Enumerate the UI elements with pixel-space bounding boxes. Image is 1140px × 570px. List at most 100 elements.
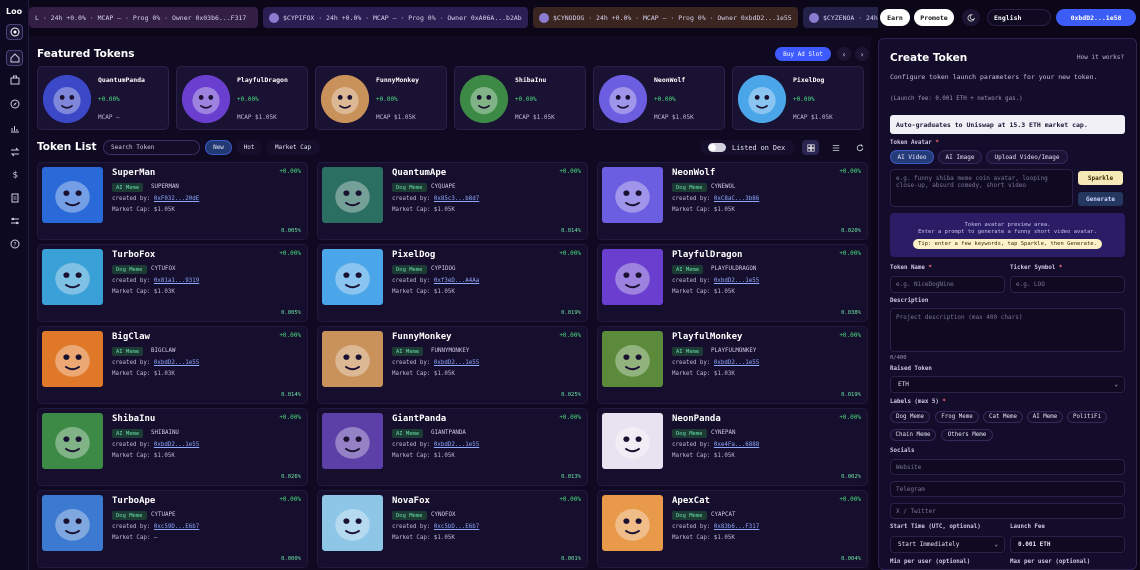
rocket-icon[interactable] bbox=[6, 24, 23, 40]
ticker-symbol-input[interactable] bbox=[1010, 276, 1125, 293]
creator-address-link[interactable]: 0x85c3...b8d7 bbox=[434, 196, 479, 202]
creator-address-link[interactable]: 0xbdD2...1e55 bbox=[154, 442, 199, 448]
refresh-icon[interactable] bbox=[851, 140, 868, 155]
wallet-button[interactable]: 0xbdD2...1e58 bbox=[1056, 9, 1136, 26]
chevron-left-icon[interactable]: ‹ bbox=[837, 47, 851, 61]
chart-icon[interactable] bbox=[6, 120, 23, 136]
filter-new[interactable]: New bbox=[205, 140, 232, 155]
token-card[interactable]: GiantPanda AI Meme GIANTPANDA created by: 0… bbox=[317, 408, 588, 486]
raised-token-select[interactable]: ETH ⌄ bbox=[890, 376, 1125, 393]
token-card[interactable]: NeonWolf Dog Meme CYNEWOL created by: 0xC8a… bbox=[597, 162, 868, 240]
telegram-input[interactable] bbox=[890, 481, 1125, 497]
label-chip[interactable]: PolitiFi bbox=[1067, 411, 1107, 423]
how-it-works-link[interactable]: How it works? bbox=[1077, 54, 1124, 61]
token-card[interactable]: ApexCat Dog Meme CYAPCAT created by: 0x83b6… bbox=[597, 490, 868, 568]
tab-ai-image[interactable]: AI Image bbox=[938, 150, 982, 164]
token-card[interactable]: BigClaw AI Meme BIGCLAW created by: 0xbdD2.… bbox=[37, 326, 308, 404]
avatar-prompt-input[interactable] bbox=[890, 169, 1073, 207]
home-icon[interactable] bbox=[6, 50, 23, 66]
token-label-badge: AI Meme bbox=[672, 347, 704, 356]
label-chip[interactable]: Cat Meme bbox=[983, 411, 1023, 423]
creator-address-link[interactable]: 0xbdD2...1e55 bbox=[154, 360, 199, 366]
tab-upload[interactable]: Upload Video/Image bbox=[986, 150, 1068, 164]
help-icon[interactable]: ? bbox=[6, 236, 23, 252]
token-card[interactable]: PlayfulDragon AI Meme PLAYFULDRAGON created… bbox=[597, 244, 868, 322]
moon-icon[interactable] bbox=[962, 9, 980, 26]
featured-card[interactable]: PlayfulDragon +0.00% MCAP $1.05K bbox=[176, 66, 308, 130]
token-change: +0.00% bbox=[839, 332, 861, 339]
token-label-badge: AI Meme bbox=[112, 183, 144, 192]
buy-ad-slot-button[interactable]: Buy Ad Slot bbox=[775, 47, 831, 61]
swap-icon[interactable] bbox=[6, 144, 23, 160]
creator-address-link[interactable]: 0xf3eD...A4Aa bbox=[434, 278, 479, 284]
token-name: PlayfulDragon bbox=[672, 250, 743, 260]
website-input[interactable] bbox=[890, 459, 1125, 475]
tab-ai-video[interactable]: AI Video bbox=[890, 150, 934, 164]
label-chip[interactable]: Dog Meme bbox=[890, 411, 930, 423]
creator-address-link[interactable]: 0xc59D...E6b7 bbox=[154, 524, 199, 530]
token-creator: created by: 0xbdD2...1e55 bbox=[392, 442, 480, 448]
ticker-item[interactable]: L · 24h +0.0% · MCAP — · Prog 0% · Owner… bbox=[29, 7, 258, 28]
svg-text:$: $ bbox=[12, 171, 18, 180]
earn-button[interactable]: Earn bbox=[880, 9, 910, 26]
featured-card[interactable]: QuantumPanda +0.00% MCAP — bbox=[37, 66, 169, 130]
token-name: QuantumApe bbox=[392, 168, 447, 178]
creator-address-link[interactable]: 0xbdD2...1e55 bbox=[434, 360, 479, 366]
token-avatar bbox=[43, 75, 91, 123]
listed-on-dex-toggle[interactable]: Listed on Dex bbox=[700, 140, 795, 155]
token-card[interactable]: TurboFox Dog Meme CYTUFOX created by: 0x81a… bbox=[37, 244, 308, 322]
filter-hot[interactable]: Hot bbox=[236, 140, 262, 155]
language-select[interactable]: English bbox=[987, 9, 1051, 26]
label-chip[interactable]: Chain Meme bbox=[890, 429, 936, 441]
token-label-badge: Dog Meme bbox=[672, 511, 707, 520]
token-card[interactable]: SuperMan AI Meme SUPERMAN created by: 0xF03… bbox=[37, 162, 308, 240]
dollar-icon[interactable]: $ bbox=[6, 166, 23, 182]
ticker-item[interactable]: $CYPIFOX · 24h +0.0% · MCAP — · Prog 0% … bbox=[263, 7, 528, 28]
chevron-right-icon[interactable]: › bbox=[855, 47, 869, 61]
creator-address-link[interactable]: 0xbdD2...1e55 bbox=[714, 360, 759, 366]
creator-address-link[interactable]: 0xbdD2...1e55 bbox=[434, 442, 479, 448]
list-view-icon[interactable] bbox=[827, 140, 844, 155]
start-time-value: Start Immediately bbox=[898, 541, 960, 548]
label-chip[interactable]: Frog Meme bbox=[935, 411, 979, 423]
creator-address-link[interactable]: 0x83b6...F317 bbox=[714, 524, 759, 530]
creator-address-link[interactable]: 0xF032...20dE bbox=[154, 196, 199, 202]
ticker-item[interactable]: $CYZENOA · 24h +0 bbox=[803, 7, 878, 28]
promote-button[interactable]: Promote bbox=[914, 9, 954, 26]
token-symbol: PLAYFULMONKEY bbox=[711, 348, 757, 354]
description-input[interactable] bbox=[890, 308, 1125, 352]
x-twitter-input[interactable] bbox=[890, 503, 1125, 519]
grid-view-icon[interactable] bbox=[802, 140, 819, 155]
label-chip[interactable]: Others Meme bbox=[941, 429, 993, 441]
creator-address-link[interactable]: 0x81a1...9319 bbox=[154, 278, 199, 284]
token-card[interactable]: PlayfulMonkey AI Meme PLAYFULMONKEY created… bbox=[597, 326, 868, 404]
token-name-input[interactable] bbox=[890, 276, 1005, 293]
start-time-select[interactable]: Start Immediately ⌄ bbox=[890, 536, 1005, 553]
creator-address-link[interactable]: 0xe4Fa...6888 bbox=[714, 442, 759, 448]
token-card[interactable]: TurboApe Dog Meme CYTUAPE created by: 0xc59… bbox=[37, 490, 308, 568]
token-card[interactable]: FunnyMonkey AI Meme FUNNYMONKEY created by:… bbox=[317, 326, 588, 404]
creator-address-link[interactable]: 0xC8aC...3b86 bbox=[714, 196, 759, 202]
token-card[interactable]: ShibaInu AI Meme SHIBAINU created by: 0xbdD… bbox=[37, 408, 308, 486]
token-card[interactable]: PixelDog Dog Meme CYPIDOG created by: 0xf3e… bbox=[317, 244, 588, 322]
token-card[interactable]: NeonPanda Dog Meme CYNEPAN created by: 0xe4… bbox=[597, 408, 868, 486]
token-card[interactable]: QuantumApe Dog Meme CYQUAPE created by: 0x8… bbox=[317, 162, 588, 240]
featured-card[interactable]: NeonWolf +0.00% MCAP $1.05K bbox=[593, 66, 725, 130]
compass-icon[interactable] bbox=[6, 96, 23, 112]
briefcase-icon[interactable] bbox=[6, 72, 23, 88]
sparkle-button[interactable]: Sparkle bbox=[1078, 171, 1123, 185]
sliders-icon[interactable] bbox=[6, 213, 23, 229]
label-chip[interactable]: AI Meme bbox=[1027, 411, 1063, 423]
toggle-switch[interactable] bbox=[708, 143, 726, 152]
creator-address-link[interactable]: 0xc5bD...E6b7 bbox=[434, 524, 479, 530]
ticker-item[interactable]: $CYNODOG · 24h +0.0% · MCAP — · Prog 0% … bbox=[533, 7, 798, 28]
token-card[interactable]: NovaFox Dog Meme CYNOFOX created by: 0xc5bD… bbox=[317, 490, 588, 568]
creator-address-link[interactable]: 0xbdD2...1e55 bbox=[714, 278, 759, 284]
featured-card[interactable]: FunnyMonkey +0.00% MCAP $1.05K bbox=[315, 66, 447, 130]
featured-card[interactable]: PixelDog +0.00% MCAP $1.05K bbox=[732, 66, 864, 130]
filter-market-cap[interactable]: Market Cap bbox=[266, 140, 320, 155]
featured-card[interactable]: ShibaInu +0.00% MCAP $1.05K bbox=[454, 66, 586, 130]
search-input[interactable] bbox=[103, 140, 200, 155]
generate-button[interactable]: Generate bbox=[1078, 192, 1123, 206]
document-icon[interactable] bbox=[6, 190, 23, 206]
